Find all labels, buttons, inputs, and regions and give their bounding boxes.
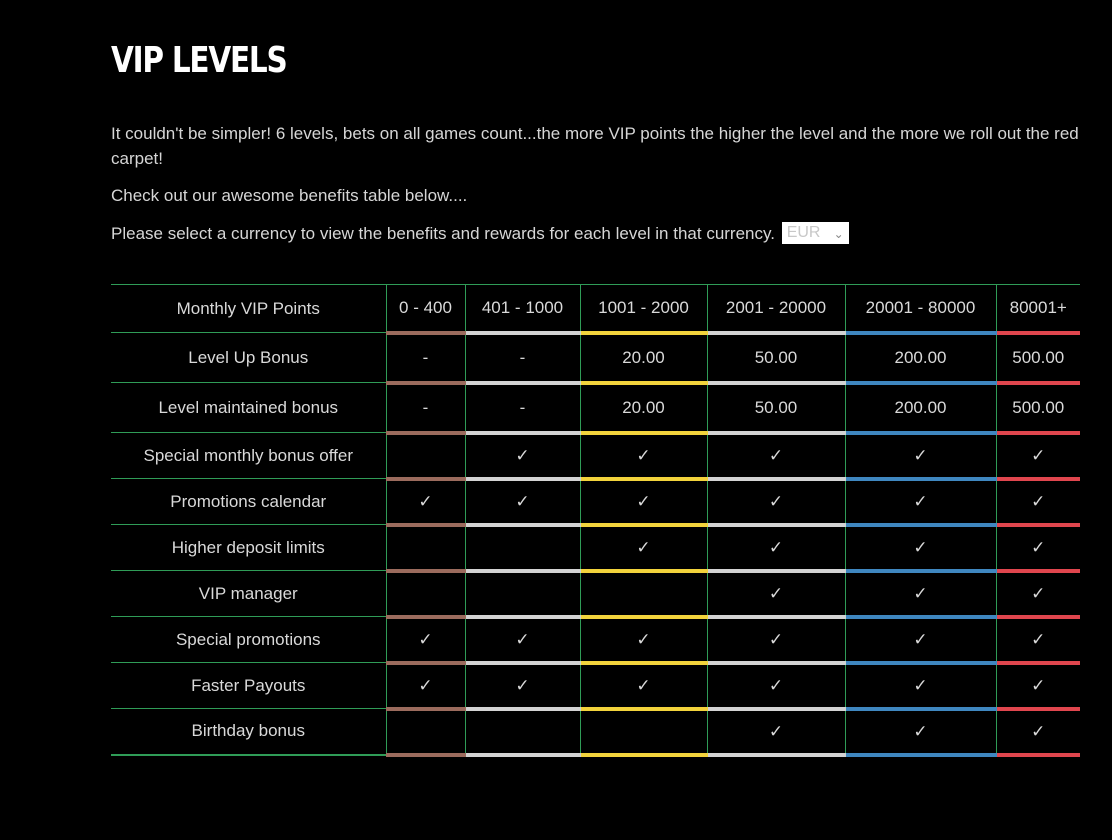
table-row: Higher deposit limits ✓ ✓ ✓ ✓ [111, 524, 1080, 573]
currency-prompt-text: Please select a currency to view the ben… [111, 224, 775, 243]
check-icon: ✓ [706, 478, 845, 527]
check-icon: ✓ [706, 616, 845, 665]
check-icon: ✓ [706, 662, 845, 711]
check-icon: ✓ [464, 432, 580, 481]
benefit-value: - [385, 382, 465, 435]
table-row: Birthday bonus ✓ ✓ ✓ [111, 708, 1080, 757]
level-range-3: 1001 - 2000 [579, 284, 707, 335]
row-label: Level Up Bonus [111, 332, 386, 383]
benefit-value: 500.00 [995, 332, 1080, 385]
check-icon: ✓ [706, 570, 845, 619]
empty-cell [385, 524, 465, 573]
check-icon: ✓ [995, 708, 1080, 757]
empty-cell [385, 708, 465, 757]
check-icon: ✓ [995, 616, 1080, 665]
empty-cell [385, 570, 465, 619]
check-icon: ✓ [995, 662, 1080, 711]
intro-paragraph: It couldn't be simpler! 6 levels, bets o… [111, 124, 1079, 168]
benefit-value: 200.00 [844, 332, 996, 385]
empty-cell [464, 708, 580, 757]
check-icon: ✓ [844, 432, 996, 481]
check-icon: ✓ [706, 524, 845, 573]
check-icon: ✓ [385, 662, 465, 711]
level-range-6: 80001+ [995, 284, 1080, 335]
benefit-value: 50.00 [706, 332, 845, 385]
row-label: Special monthly bonus offer [111, 432, 386, 479]
empty-cell [579, 708, 707, 757]
check-icon: ✓ [995, 524, 1080, 573]
benefit-value: 20.00 [579, 332, 707, 385]
row-label: Promotions calendar [111, 478, 386, 525]
benefit-value: - [464, 382, 580, 435]
check-icon: ✓ [844, 662, 996, 711]
empty-cell [385, 432, 465, 481]
row-label: Higher deposit limits [111, 524, 386, 571]
level-range-1: 0 - 400 [385, 284, 465, 335]
benefits-note: Check out our awesome benefits table bel… [111, 186, 468, 205]
table-row: Faster Payouts ✓ ✓ ✓ ✓ ✓ ✓ [111, 662, 1080, 711]
check-icon: ✓ [844, 708, 996, 757]
level-range-4: 2001 - 20000 [706, 284, 845, 335]
benefit-value: - [385, 332, 465, 385]
check-icon: ✓ [706, 708, 845, 757]
check-icon: ✓ [385, 616, 465, 665]
table-row: Special promotions ✓ ✓ ✓ ✓ ✓ ✓ [111, 616, 1080, 665]
check-icon: ✓ [579, 662, 707, 711]
currency-value: EUR [786, 223, 821, 241]
check-icon: ✓ [995, 432, 1080, 481]
check-icon: ✓ [995, 478, 1080, 527]
check-icon: ✓ [464, 662, 580, 711]
check-icon: ✓ [464, 478, 580, 527]
check-icon: ✓ [844, 570, 996, 619]
level-range-5: 20001 - 80000 [844, 284, 996, 335]
chevron-down-icon: ⌄ [833, 226, 844, 241]
currency-select[interactable]: EUR ⌄ [781, 221, 849, 244]
row-label: Birthday bonus [111, 708, 386, 756]
check-icon: ✓ [995, 570, 1080, 619]
row-label: Special promotions [111, 616, 386, 663]
check-icon: ✓ [844, 616, 996, 665]
row-label: Level maintained bonus [111, 382, 386, 433]
check-icon: ✓ [579, 432, 707, 481]
table-row: Level Up Bonus - -20.00 50.00 200.00 500.00 [111, 332, 1080, 385]
table-header-row: Monthly VIP Points 0 - 400 401 - 1000 1001 … [111, 284, 1080, 335]
check-icon: ✓ [385, 478, 465, 527]
check-icon: ✓ [844, 524, 996, 573]
empty-cell [464, 524, 580, 573]
benefit-value: 200.00 [844, 382, 996, 435]
vip-benefits-table: Monthly VIP Points 0 - 400 401 - 1000 1001 … [111, 284, 1080, 757]
check-icon: ✓ [844, 478, 996, 527]
page-title: VIP LEVELS [111, 40, 288, 81]
check-icon: ✓ [579, 616, 707, 665]
table-row: Promotions calendar ✓ ✓ ✓ ✓ ✓ ✓ [111, 478, 1080, 527]
level-range-2: 401 - 1000 [464, 284, 580, 335]
benefit-value: - [464, 332, 580, 385]
row-label: Faster Payouts [111, 662, 386, 709]
check-icon: ✓ [579, 478, 707, 527]
benefit-value: 500.00 [995, 382, 1080, 435]
empty-cell [579, 570, 707, 619]
table-row: Level maintained bonus - -20.00 50.00 200.00… [111, 382, 1080, 435]
check-icon: ✓ [464, 616, 580, 665]
empty-cell [464, 570, 580, 619]
header-label: Monthly VIP Points [111, 284, 386, 333]
currency-prompt: Please select a currency to view the ben… [111, 221, 1083, 246]
table-row: VIP manager ✓ ✓ ✓ [111, 570, 1080, 619]
benefit-value: 20.00 [579, 382, 707, 435]
check-icon: ✓ [579, 524, 707, 573]
benefit-value: 50.00 [706, 382, 845, 435]
table-row: Special monthly bonus offer ✓ ✓ ✓ ✓ ✓ [111, 432, 1080, 481]
check-icon: ✓ [706, 432, 845, 481]
row-label: VIP manager [111, 570, 386, 617]
